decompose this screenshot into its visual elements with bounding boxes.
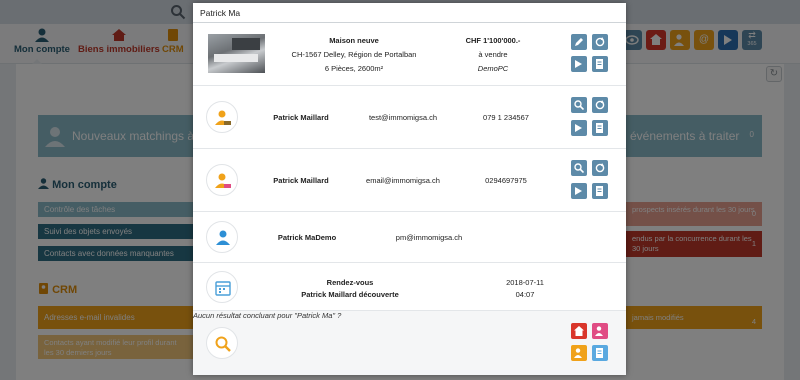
contact-email: email@immomigsa.ch (366, 176, 440, 185)
event-datetime: 2018-07-11 04:07 (487, 277, 563, 301)
send-button[interactable] (571, 56, 587, 72)
user-name: Patrick MaDemo (277, 233, 337, 242)
add-document-button[interactable] (592, 345, 608, 361)
event-avatar (206, 271, 238, 303)
document-icon (596, 186, 603, 196)
search-results-modal: Patrick Ma Maison neuve CH-1567 Delley, … (193, 3, 626, 375)
pencil-icon (575, 38, 583, 46)
refresh-icon (595, 37, 605, 47)
user-blue-icon (216, 230, 230, 245)
add-contact-button[interactable] (571, 345, 587, 361)
play-plus-icon (575, 60, 582, 68)
contact-phone: 0294697975 (485, 176, 527, 185)
property-status: à vendre (478, 50, 508, 59)
property-price-info: CHF 1'100'000.- à vendre DemoPC (447, 35, 539, 75)
send-button[interactable] (571, 183, 587, 199)
play-plus-icon (575, 124, 582, 132)
user-orange-icon (215, 173, 231, 188)
add-property-button[interactable] (571, 323, 587, 339)
search-avatar (206, 327, 238, 359)
search-input[interactable]: Patrick Ma (193, 3, 626, 23)
result-contact[interactable]: Patrick Maillard email@immomigsa.ch 0294… (193, 149, 626, 212)
refresh-icon (595, 163, 605, 173)
contact-name: Patrick Maillard (273, 176, 329, 185)
no-result-panel: Aucun résultat concluant pour "Patrick M… (193, 311, 626, 375)
event-info: Rendez-vous Patrick Maillard découverte (265, 277, 435, 301)
calendar-icon (215, 281, 231, 296)
property-price: CHF 1'100'000.- (465, 36, 521, 45)
event-time: 04:07 (515, 290, 535, 299)
document-icon (596, 123, 603, 133)
property-location: CH-1567 Delley, Région de Portalban (291, 50, 417, 59)
user-avatar (206, 221, 238, 253)
search-orange-icon (215, 336, 231, 352)
user-orange-icon (215, 110, 231, 125)
document-button[interactable] (592, 183, 608, 199)
contact-name: Patrick Maillard (273, 113, 329, 122)
result-event[interactable]: Rendez-vous Patrick Maillard découverte … (193, 263, 626, 311)
property-info: Maison neuve CH-1567 Delley, Région de P… (278, 35, 430, 75)
zoom-button[interactable] (571, 97, 587, 113)
property-title: Maison neuve (329, 36, 379, 45)
sync-button[interactable] (592, 160, 608, 176)
photo-detail (232, 38, 260, 50)
document-button[interactable] (592, 56, 608, 72)
user-plus-icon (574, 348, 582, 358)
zoom-button[interactable] (571, 160, 587, 176)
result-contact[interactable]: Patrick Maillard test@immomigsa.ch 079 1… (193, 86, 626, 149)
event-date: 2018-07-11 (506, 278, 544, 287)
document-plus-icon (596, 348, 603, 358)
no-result-text: Aucun résultat concluant pour "Patrick M… (193, 311, 342, 320)
sync-button[interactable] (592, 34, 608, 50)
play-plus-icon (575, 187, 582, 195)
user-email: pm@immomigsa.ch (395, 233, 463, 242)
contact-phone: 079 1 234567 (483, 113, 529, 122)
sync-button[interactable] (592, 97, 608, 113)
property-photo (208, 34, 265, 73)
document-button[interactable] (592, 120, 608, 136)
contact-avatar (206, 164, 238, 196)
send-button[interactable] (571, 120, 587, 136)
event-type: Rendez-vous (326, 278, 374, 287)
result-property[interactable]: Maison neuve CH-1567 Delley, Région de P… (193, 24, 626, 86)
property-agency: DemoPC (477, 64, 509, 73)
add-contact-pink-button[interactable] (592, 323, 608, 339)
edit-button[interactable] (571, 34, 587, 50)
result-user[interactable]: Patrick MaDemo pm@immomigsa.ch (193, 212, 626, 263)
user-plus-icon (595, 326, 603, 336)
contact-email: test@immomigsa.ch (368, 113, 438, 122)
magnifier-icon (574, 100, 584, 110)
photo-detail (214, 54, 258, 62)
document-icon (596, 59, 603, 69)
property-details: 6 Pièces, 2600m² (324, 64, 384, 73)
magnifier-icon (574, 163, 584, 173)
house-plus-icon (574, 326, 584, 336)
contact-avatar (206, 101, 238, 133)
event-name: Patrick Maillard découverte (301, 290, 399, 299)
refresh-icon (595, 100, 605, 110)
